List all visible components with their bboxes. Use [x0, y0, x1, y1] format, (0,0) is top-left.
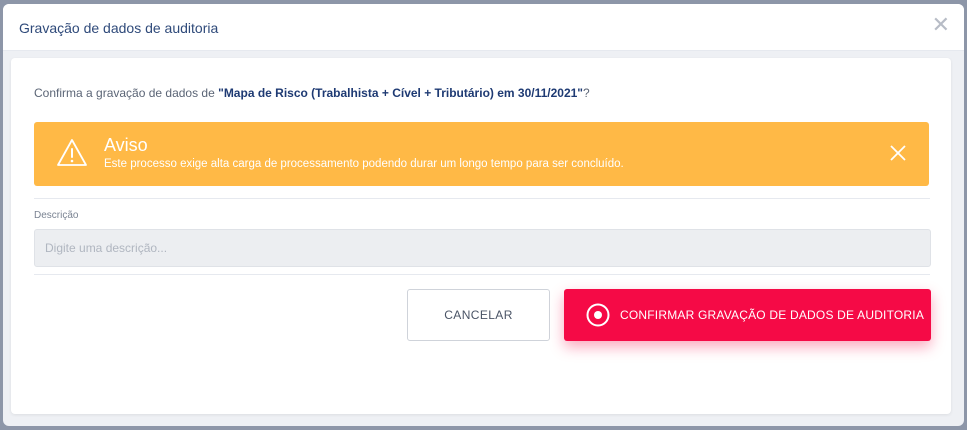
- confirm-save-button[interactable]: CONFIRMAR GRAVAÇÃO DE DADOS DE AUDITORIA: [564, 289, 931, 341]
- confirm-suffix: ?: [583, 86, 590, 100]
- confirm-message: Confirma a gravação de dados de "Mapa de…: [34, 86, 590, 100]
- audit-save-modal: Gravação de dados de auditoria ✕ Confirm…: [3, 4, 964, 426]
- cancel-button[interactable]: CANCELAR: [407, 289, 550, 341]
- alert-message: Este processo exige alta carga de proces…: [104, 158, 624, 170]
- alert-close-icon[interactable]: [889, 144, 907, 167]
- modal-header: Gravação de dados de auditoria ✕: [3, 4, 964, 51]
- modal-body-card: Confirma a gravação de dados de "Mapa de…: [11, 58, 951, 414]
- confirm-prefix: Confirma a gravação de dados de: [34, 86, 219, 100]
- record-icon: [586, 303, 610, 327]
- warning-alert: Aviso Este processo exige alta carga de …: [34, 122, 929, 186]
- confirm-button-label: CONFIRMAR GRAVAÇÃO DE DADOS DE AUDITORIA: [620, 308, 925, 322]
- divider: [34, 274, 930, 275]
- confirm-target: "Mapa de Risco (Trabalhista + Cível + Tr…: [218, 86, 583, 100]
- divider: [34, 198, 930, 199]
- description-input[interactable]: [34, 229, 931, 267]
- alert-title: Aviso: [104, 135, 148, 155]
- warning-icon: [56, 138, 88, 173]
- modal-title: Gravação de dados de auditoria: [19, 20, 219, 36]
- cancel-button-label: CANCELAR: [444, 308, 513, 322]
- description-label: Descrição: [34, 210, 79, 221]
- close-icon[interactable]: ✕: [932, 14, 950, 36]
